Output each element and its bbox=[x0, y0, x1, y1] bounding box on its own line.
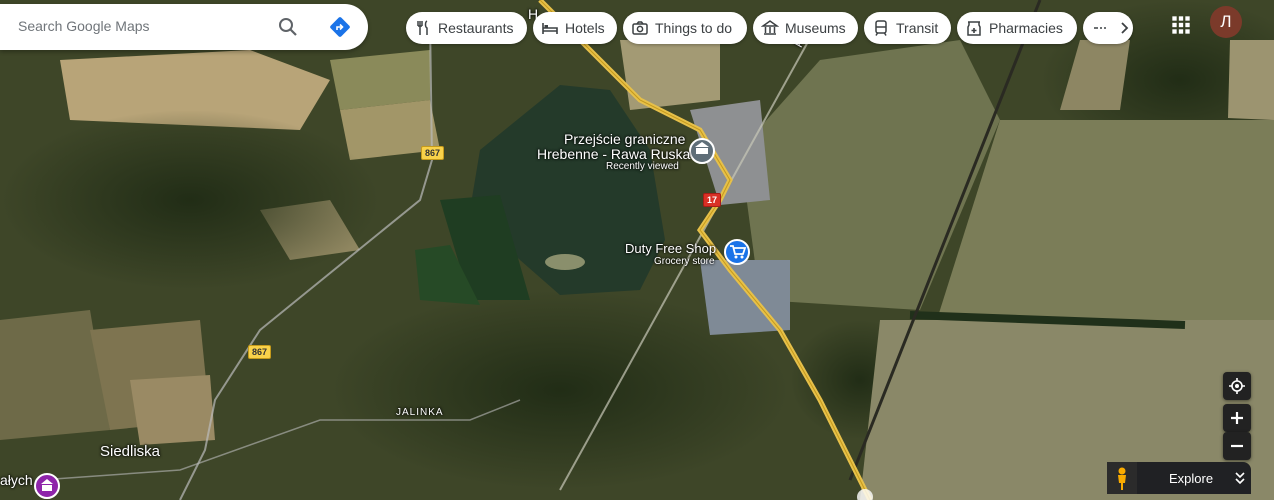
chevron-right-icon[interactable] bbox=[1115, 19, 1133, 37]
chip-label: Things to do bbox=[655, 20, 733, 36]
minus-icon bbox=[1231, 444, 1243, 448]
landmark-pin-icon[interactable] bbox=[689, 138, 715, 164]
road-shield-17: 17 bbox=[703, 193, 722, 207]
road-shield-867: 867 bbox=[421, 146, 445, 160]
transit-icon bbox=[875, 20, 887, 36]
place-siedliska[interactable]: Siedliska bbox=[100, 443, 160, 460]
chevron-double-down-icon[interactable] bbox=[1233, 471, 1247, 485]
chip-label: Transit bbox=[896, 20, 939, 36]
search-box bbox=[0, 4, 368, 50]
chip-hotels[interactable]: Hotels bbox=[533, 12, 617, 44]
museum-pin-icon[interactable] bbox=[34, 473, 60, 499]
place-jalinka[interactable]: JALINKA bbox=[396, 407, 444, 418]
chip-more[interactable] bbox=[1083, 12, 1133, 44]
directions-icon[interactable] bbox=[328, 15, 352, 39]
crosshair-icon bbox=[1229, 378, 1245, 394]
duty-free-shop-name[interactable]: Duty Free Shop bbox=[625, 241, 716, 256]
shopping-cart-pin-icon[interactable] bbox=[724, 239, 750, 265]
road-shield-867-south: 867 bbox=[248, 345, 272, 359]
explore-label: Explore bbox=[1169, 470, 1214, 486]
chip-pharmacies[interactable]: Pharmacies bbox=[957, 12, 1077, 44]
search-icon[interactable] bbox=[276, 15, 300, 39]
border-crossing-subtitle: Recently viewed bbox=[606, 161, 679, 172]
chip-label: Pharmacies bbox=[989, 20, 1063, 36]
chip-label: Restaurants bbox=[438, 20, 514, 36]
zoom-in-button[interactable] bbox=[1223, 404, 1251, 432]
border-crossing-name-line2[interactable]: Hrebenne - Rawa Ruska bbox=[537, 146, 690, 162]
user-avatar[interactable]: Л bbox=[1210, 6, 1242, 38]
explore-button[interactable]: Explore bbox=[1107, 462, 1251, 494]
apps-grid-icon[interactable] bbox=[1168, 12, 1194, 38]
duty-free-shop-subtitle: Grocery store bbox=[654, 256, 715, 267]
chip-restaurants[interactable]: Restaurants bbox=[406, 12, 527, 44]
museum-icon bbox=[761, 20, 779, 35]
pharmacy-icon bbox=[967, 21, 981, 36]
chip-transit[interactable]: Transit bbox=[864, 12, 951, 44]
restaurant-icon bbox=[417, 20, 428, 35]
chip-things-to-do[interactable]: Things to do bbox=[623, 12, 747, 44]
chip-label: Hotels bbox=[565, 20, 605, 36]
pegman-icon[interactable] bbox=[1107, 462, 1137, 494]
hotel-icon bbox=[542, 23, 558, 34]
chip-museums[interactable]: Museums bbox=[753, 12, 858, 44]
zoom-out-button[interactable] bbox=[1223, 432, 1251, 460]
border-crossing-name[interactable]: Przejście graniczne bbox=[564, 131, 685, 147]
more-category-icon bbox=[1094, 27, 1106, 29]
plus-icon bbox=[1231, 412, 1243, 424]
camera-icon bbox=[632, 21, 648, 35]
place-partial-label[interactable]: ałych bbox=[0, 472, 33, 488]
my-location-button[interactable] bbox=[1223, 372, 1251, 400]
chip-label: Museums bbox=[785, 20, 846, 36]
search-input[interactable] bbox=[16, 17, 270, 35]
